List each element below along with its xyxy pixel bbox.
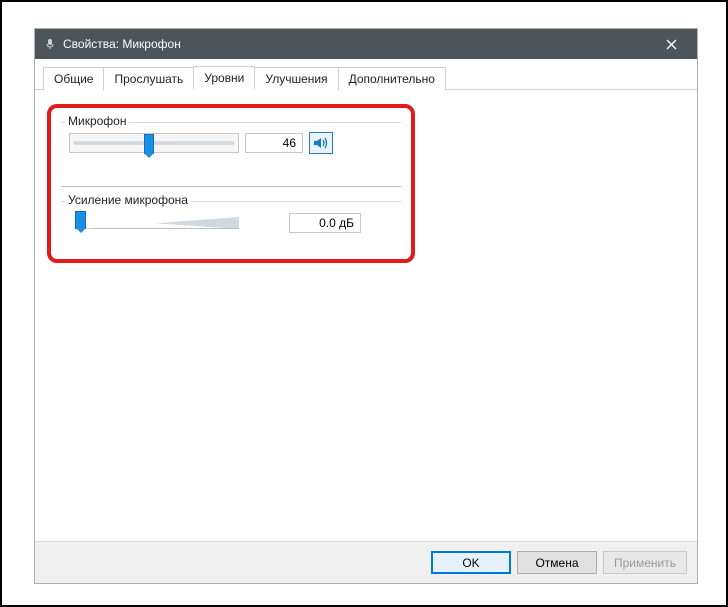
mic-boost-value: 0.0 дБ — [289, 213, 361, 233]
mic-boost-slider[interactable] — [73, 211, 243, 235]
mute-button[interactable] — [309, 132, 333, 154]
properties-dialog: Свойства: Микрофон Общие Прослушать Уров… — [34, 28, 698, 584]
tab-enhancements[interactable]: Улучшения — [254, 67, 338, 90]
ok-button[interactable]: OK — [431, 551, 511, 574]
slider-thumb[interactable] — [144, 134, 154, 154]
mic-level-slider[interactable] — [69, 133, 239, 153]
mic-level-value: 46 — [245, 133, 303, 153]
window-title: Свойства: Микрофон — [63, 37, 651, 51]
tabs: Общие Прослушать Уровни Улучшения Дополн… — [35, 59, 697, 90]
highlight-box: Микрофон 46 — [47, 104, 415, 263]
microphone-boost-group: Усиление микрофона 0.0 дБ — [61, 201, 401, 247]
tab-levels[interactable]: Уровни — [193, 66, 255, 90]
tab-content: Микрофон 46 — [35, 90, 697, 541]
dialog-footer: OK Отмена Применить — [35, 541, 697, 583]
tab-advanced[interactable]: Дополнительно — [338, 67, 446, 90]
separator — [61, 186, 401, 187]
close-button[interactable] — [651, 29, 691, 59]
boost-group-label: Усиление микрофона — [65, 193, 191, 207]
tab-general[interactable]: Общие — [43, 67, 104, 90]
titlebar[interactable]: Свойства: Микрофон — [35, 29, 697, 59]
apply-button[interactable]: Применить — [603, 551, 687, 574]
microphone-level-group: Микрофон 46 — [61, 122, 401, 166]
slider-thumb[interactable] — [75, 211, 86, 229]
cancel-button[interactable]: Отмена — [517, 551, 597, 574]
microphone-icon — [43, 37, 57, 51]
mic-group-label: Микрофон — [65, 114, 129, 128]
tab-listen[interactable]: Прослушать — [103, 67, 194, 90]
